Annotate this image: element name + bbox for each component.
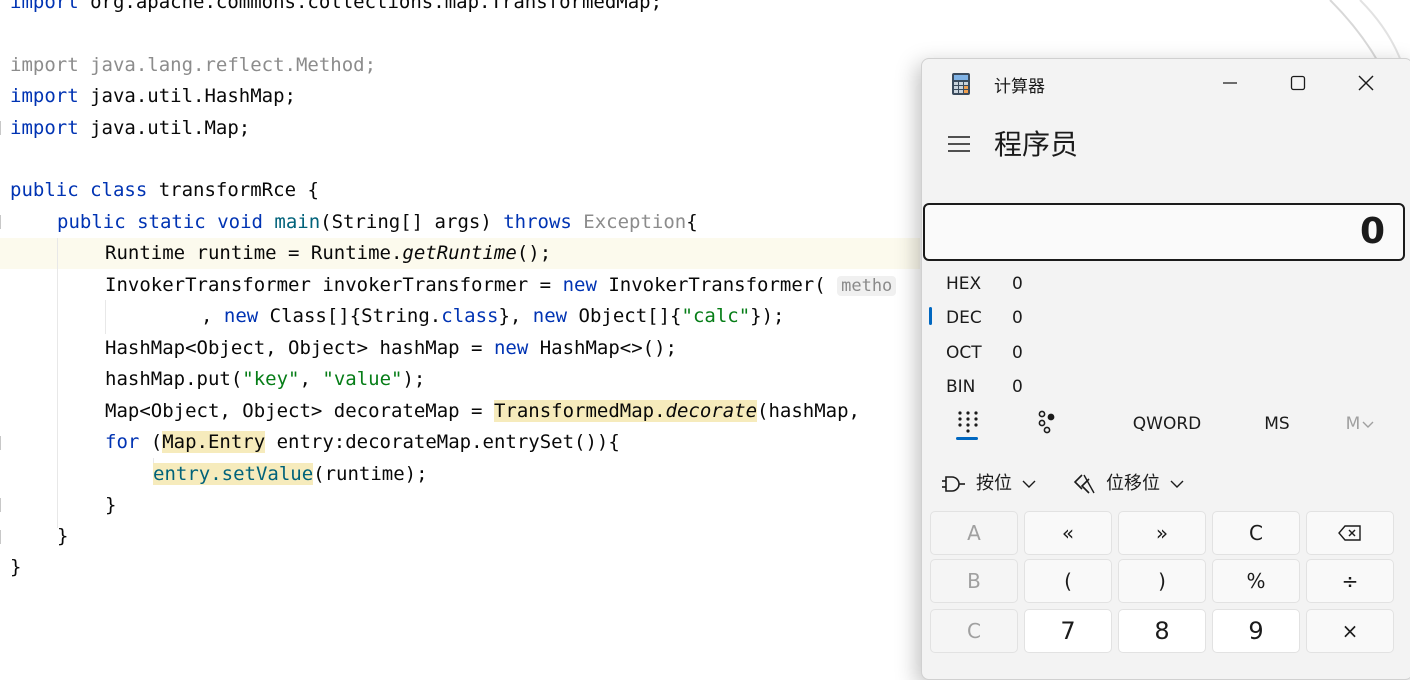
- active-base-indicator: [929, 307, 932, 325]
- key-rotate-right[interactable]: »: [1118, 511, 1206, 555]
- fold-marker[interactable]: [0, 436, 9, 450]
- bitwise-dropdown[interactable]: 按位: [942, 469, 1036, 499]
- window-title: 计算器: [994, 77, 1045, 97]
- base-row-bin[interactable]: BIN 0: [946, 374, 1023, 400]
- memory-dropdown-button[interactable]: M: [1340, 409, 1380, 439]
- active-keypad-indicator: [956, 437, 978, 440]
- code-line: }: [57, 525, 69, 547]
- backspace-icon: [1338, 525, 1361, 541]
- logic-gate-icon: [942, 476, 965, 492]
- code-line: }: [105, 494, 117, 516]
- code-line: public class transformRce {: [10, 179, 319, 201]
- key-7[interactable]: 7: [1024, 609, 1112, 653]
- code-line: import java.lang.reflect.Method;: [10, 54, 377, 76]
- code-line: import java.util.HashMap;: [10, 85, 296, 107]
- code-line: import org.apache.commons.collections.ma…: [10, 0, 663, 13]
- code-line: Map<Object, Object> decorateMap = Transf…: [105, 400, 872, 422]
- hamburger-menu-icon[interactable]: [942, 129, 972, 159]
- key-multiply[interactable]: ×: [1306, 609, 1394, 653]
- close-button[interactable]: [1336, 63, 1396, 103]
- chevron-down-icon: [1022, 480, 1036, 488]
- memory-store-button[interactable]: MS: [1252, 409, 1302, 439]
- key-9[interactable]: 9: [1212, 609, 1300, 653]
- key-rotate-left[interactable]: «: [1024, 511, 1112, 555]
- word-size-button[interactable]: QWORD: [1122, 409, 1212, 439]
- code-line: public static void main(String[] args) t…: [57, 211, 698, 233]
- close-icon: [1358, 75, 1374, 91]
- key-open-paren[interactable]: (: [1024, 559, 1112, 603]
- code-line: entry.setValue(runtime);: [153, 463, 428, 485]
- display-value: 0: [1359, 211, 1385, 252]
- code-line: HashMap<Object, Object> hashMap = new Ha…: [105, 337, 677, 359]
- key-modulo[interactable]: %: [1212, 559, 1300, 603]
- indent-guide: [57, 238, 58, 528]
- key-hex-b[interactable]: B: [930, 559, 1018, 603]
- fold-marker[interactable]: [0, 215, 9, 229]
- minimize-icon: [1223, 82, 1237, 84]
- indent-guide: [105, 300, 106, 334]
- code-line: hashMap.put("key", "value");: [105, 368, 426, 390]
- bit-toggle-keypad-icon[interactable]: [1036, 409, 1058, 435]
- code-line: , new Class[]{String.class}, new Object[…: [201, 305, 785, 327]
- key-backspace[interactable]: [1306, 511, 1394, 555]
- bit-shift-icon: [1073, 474, 1095, 494]
- key-hex-a[interactable]: A: [930, 511, 1018, 555]
- key-8[interactable]: 8: [1118, 609, 1206, 653]
- minimize-button[interactable]: [1200, 63, 1260, 103]
- base-row-oct[interactable]: OCT 0: [946, 340, 1023, 366]
- chevron-down-icon: [1170, 480, 1184, 488]
- fold-marker[interactable]: [0, 498, 9, 512]
- full-keypad-icon[interactable]: [956, 409, 980, 435]
- base-row-dec[interactable]: DEC 0: [946, 305, 1023, 331]
- calculator-window: 计算器 程序员 0 HEX 0 DEC 0 OCT 0 BIN 0 QWORD …: [921, 58, 1410, 680]
- code-line: Runtime runtime = Runtime.getRuntime();: [105, 242, 552, 264]
- parameter-hint: metho: [837, 276, 897, 296]
- title-bar[interactable]: 计算器: [922, 59, 1410, 107]
- calculator-mode-title: 程序员: [994, 128, 1079, 161]
- fold-marker[interactable]: [0, 121, 9, 135]
- key-close-paren[interactable]: ): [1118, 559, 1206, 603]
- code-line: }: [10, 556, 22, 578]
- maximize-button[interactable]: [1268, 63, 1328, 103]
- bitshift-dropdown[interactable]: 位移位: [1072, 469, 1184, 499]
- fold-marker[interactable]: [0, 530, 9, 544]
- base-row-hex[interactable]: HEX 0: [946, 271, 1023, 297]
- calculator-app-icon: [952, 73, 970, 95]
- code-line: for (Map.Entry entry:decorateMap.entrySe…: [105, 431, 620, 453]
- chevron-down-icon: [1362, 421, 1374, 428]
- key-clear[interactable]: C: [1212, 511, 1300, 555]
- maximize-icon: [1290, 75, 1306, 91]
- key-divide[interactable]: ÷: [1306, 559, 1394, 603]
- key-hex-c[interactable]: C: [930, 609, 1018, 653]
- code-line: import java.util.Map;: [10, 117, 251, 139]
- result-display: 0: [923, 203, 1405, 261]
- code-line: InvokerTransformer invokerTransformer = …: [105, 270, 897, 301]
